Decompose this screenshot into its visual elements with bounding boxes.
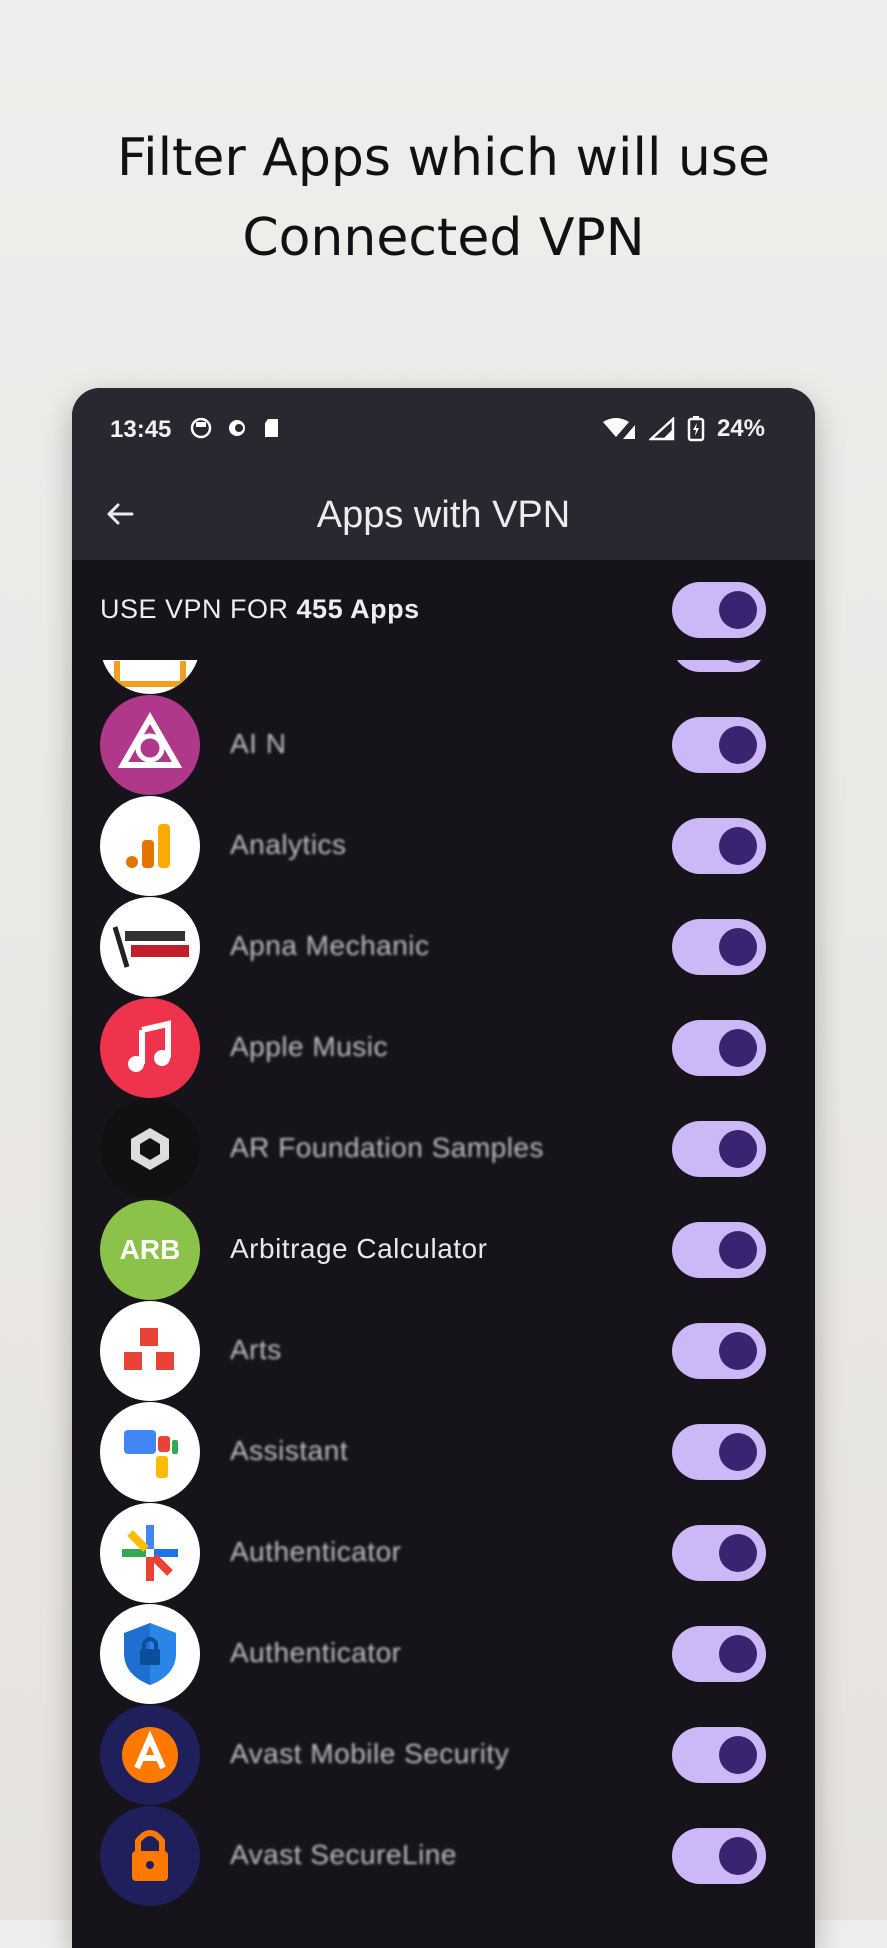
- promo-title: Filter Apps which will use Connected VPN: [0, 118, 887, 278]
- page-title: Apps with VPN: [316, 494, 571, 536]
- assistant-icon: [100, 1402, 200, 1502]
- list-item: Apple Music: [72, 998, 815, 1099]
- promo-line-2: Connected VPN: [242, 208, 645, 268]
- app-name: Authenticator: [230, 1637, 402, 1668]
- app-name: Arts: [230, 1334, 282, 1365]
- arts-icon: [100, 1301, 200, 1401]
- app-count: 455 Apps: [296, 594, 420, 624]
- app-notification-icon: [190, 417, 212, 439]
- app-vpn-toggle[interactable]: [672, 818, 766, 874]
- app-name: Avast Mobile Security: [230, 1738, 510, 1769]
- app-vpn-toggle[interactable]: [672, 1121, 766, 1177]
- use-vpn-for-all-row: USE VPN FOR 455 Apps: [72, 560, 815, 660]
- list-item: AR Foundation Samples: [72, 1099, 815, 1200]
- app-name: Apna Mechanic: [230, 930, 430, 961]
- list-item: Analytics: [72, 796, 815, 897]
- list-item: ARB Arbitrage Calculator: [72, 1200, 815, 1301]
- app-vpn-toggle[interactable]: [672, 717, 766, 773]
- apna-mechanic-icon: [100, 897, 200, 997]
- status-right: 24%: [602, 415, 765, 443]
- app-vpn-toggle[interactable]: [672, 1828, 766, 1884]
- app-vpn-toggle[interactable]: [672, 1222, 766, 1278]
- master-vpn-toggle[interactable]: [672, 582, 766, 638]
- use-vpn-label: USE VPN FOR 455 Apps: [100, 594, 420, 625]
- app-vpn-toggle[interactable]: [672, 1323, 766, 1379]
- sd-card-icon: [265, 419, 278, 437]
- battery-charging-icon: [687, 416, 705, 442]
- notification-icons: [190, 417, 284, 439]
- app-name: Apple Music: [230, 1031, 389, 1062]
- app-icon-partial: [100, 660, 200, 694]
- list-item: AI N: [72, 695, 815, 796]
- app-name: Assistant: [230, 1435, 349, 1466]
- app-name: Analytics: [230, 829, 347, 860]
- app-list: AI N Analytics Apna Mechanic Apple Music: [72, 660, 815, 1948]
- status-bar: 13:45 24%: [72, 388, 815, 470]
- list-item: Assistant: [72, 1402, 815, 1503]
- wifi-icon: [602, 418, 635, 439]
- arb-icon: ARB: [100, 1200, 200, 1300]
- music-note-icon: [100, 998, 200, 1098]
- app-vpn-toggle[interactable]: [672, 1727, 766, 1783]
- use-vpn-prefix: USE VPN FOR: [100, 594, 297, 624]
- shield-lock-icon: [100, 1604, 200, 1704]
- list-item: Authenticator: [72, 1604, 815, 1705]
- battery-level: 24%: [716, 415, 765, 442]
- secureline-lock-icon: [100, 1806, 200, 1906]
- app-vpn-toggle[interactable]: [672, 1525, 766, 1581]
- list-item: Apna Mechanic: [72, 897, 815, 998]
- avast-icon: [100, 1705, 200, 1805]
- app-bar: Apps with VPN: [72, 470, 815, 560]
- list-item: Arts: [72, 1301, 815, 1402]
- list-item: [72, 660, 815, 695]
- app-vpn-toggle[interactable]: [672, 1020, 766, 1076]
- app-name: AR Foundation Samples: [230, 1132, 545, 1163]
- phone-frame: 13:45 24% Apps with VPN USE VPN FOR 455 …: [72, 388, 815, 1948]
- app-name: Avast SecureLine: [230, 1839, 457, 1870]
- signal-icon: [648, 417, 675, 441]
- app-vpn-toggle[interactable]: [672, 1626, 766, 1682]
- app-name: Arbitrage Calculator: [230, 1233, 488, 1264]
- authenticator-icon: [100, 1503, 200, 1603]
- arb-badge: ARB: [119, 1234, 181, 1265]
- ar-icon: [100, 1099, 200, 1199]
- ai-app-icon: [100, 695, 200, 795]
- list-item: Authenticator: [72, 1503, 815, 1604]
- promo-line-1: Filter Apps which will use: [117, 128, 770, 188]
- data-saver-icon: [229, 420, 245, 436]
- app-name: AI N: [230, 728, 287, 759]
- analytics-icon: [100, 796, 200, 896]
- app-name: Authenticator: [230, 1536, 402, 1567]
- list-item: Avast SecureLine: [72, 1806, 815, 1907]
- app-vpn-toggle[interactable]: [672, 919, 766, 975]
- list-item: Avast Mobile Security: [72, 1705, 815, 1806]
- toggle-knob: [719, 591, 757, 629]
- app-vpn-toggle[interactable]: [672, 1424, 766, 1480]
- status-time: 13:45: [110, 416, 172, 443]
- app-vpn-toggle[interactable]: [672, 660, 766, 672]
